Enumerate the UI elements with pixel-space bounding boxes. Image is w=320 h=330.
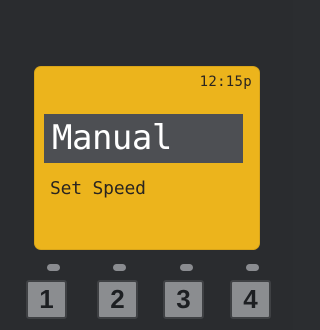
key-button-4[interactable]: 4 [230, 280, 271, 319]
key-button-3[interactable]: 3 [163, 280, 204, 319]
indicator-led-4 [246, 264, 259, 271]
indicator-led-2 [113, 264, 126, 271]
indicator-led-3 [180, 264, 193, 271]
mode-label: Manual [52, 118, 172, 158]
clock-display: 12:15p [199, 74, 252, 90]
lcd-screen: 12:15p Manual Set Speed [34, 66, 260, 250]
key-button-2[interactable]: 2 [97, 280, 138, 319]
key-button-1[interactable]: 1 [26, 280, 67, 319]
controller-panel: 12:15p Manual Set Speed 1 2 3 4 [0, 0, 293, 330]
mode-highlight: Manual [44, 114, 243, 163]
submenu-label: Set Speed [50, 178, 146, 199]
indicator-led-1 [47, 264, 60, 271]
